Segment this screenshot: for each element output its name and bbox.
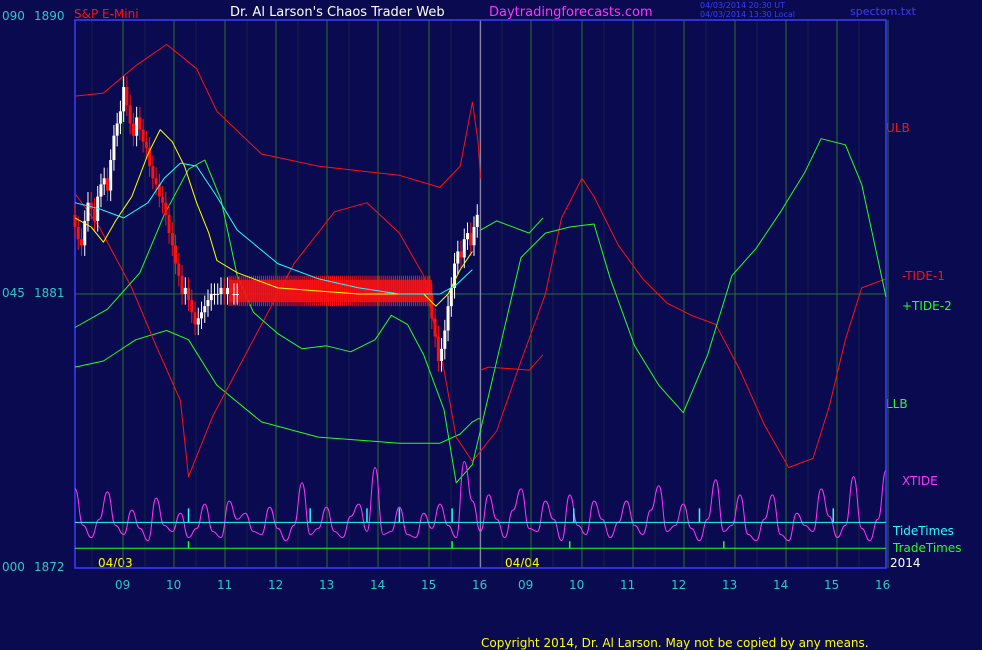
price-bar-body (196, 318, 200, 325)
chart-page: 090 1890 S&P E-Mini Dr. Al Larson's Chao… (0, 0, 982, 650)
price-bar-body (232, 294, 236, 295)
price-bar-body (102, 178, 106, 185)
price-bar-body (430, 294, 434, 319)
price-bar-body (115, 123, 119, 136)
price-bar-body (83, 220, 87, 246)
price-bar-body (206, 300, 210, 307)
price-bar-body (180, 275, 184, 294)
price-bar-body (144, 141, 148, 148)
price-bar-body (79, 239, 83, 246)
price-bar-body (154, 178, 158, 185)
price-bar-body (462, 239, 466, 258)
price-bar-body (209, 294, 213, 301)
price-bar-body (141, 129, 145, 142)
price-bar-body (472, 227, 476, 246)
price-bar-body (459, 251, 463, 258)
price-bar-body (118, 111, 122, 124)
price-bar-body (135, 117, 139, 136)
price-bar-body (216, 294, 220, 295)
price-bar-body (89, 202, 93, 209)
price-bar-body (122, 86, 126, 112)
price-bar-body (164, 202, 168, 215)
price-bar-body (138, 117, 142, 130)
price-bar-body (125, 86, 129, 106)
price-bar-body (475, 214, 479, 228)
price-bar-body (174, 245, 178, 264)
price-bar-body (433, 318, 437, 337)
price-bar-body (76, 227, 80, 240)
price-bar-body (446, 306, 450, 331)
average-line-slow-avg (74, 162, 473, 295)
band-line-llb-2 (480, 217, 544, 234)
band-line-ulb-2 (480, 354, 544, 371)
price-bar-body (73, 214, 77, 228)
price-bar-body (131, 123, 135, 136)
price-bar-body (151, 166, 155, 179)
grid-lines (75, 20, 889, 568)
band-line-ulb (74, 43, 481, 188)
price-bar-body (109, 160, 113, 191)
price-bar-body (229, 287, 233, 294)
price-bar-body (187, 287, 191, 301)
price-bar-body (235, 294, 239, 295)
price-bar-body (177, 263, 181, 276)
price-bar-body (453, 263, 457, 288)
price-bar-body (190, 300, 194, 313)
price-bar-body (161, 196, 165, 203)
price-bar-body (225, 287, 229, 294)
price-bar-body (170, 233, 174, 246)
price-bar-body (183, 287, 187, 294)
price-bar-body (99, 184, 103, 197)
price-band-body (229, 279, 432, 303)
chart-plot-area (73, 19, 889, 569)
price-bar-body (212, 294, 216, 295)
price-bar-body (219, 287, 223, 294)
price-bar-body (112, 135, 116, 161)
price-bar-body (466, 233, 470, 240)
price-bar-body (200, 312, 204, 319)
price-bar-body (105, 178, 109, 191)
price-bar-body (167, 214, 171, 234)
price-bar-body (203, 306, 207, 313)
price-bar-body (436, 336, 440, 361)
price-bar-body (456, 251, 460, 264)
price-bar-body (193, 312, 197, 325)
price-bar-body (128, 105, 132, 124)
price-bar-body (222, 287, 226, 294)
price-bar-body (469, 233, 473, 246)
price-bar-body (92, 208, 96, 221)
price-bar-body (440, 348, 444, 361)
price-bar-body (443, 330, 447, 349)
